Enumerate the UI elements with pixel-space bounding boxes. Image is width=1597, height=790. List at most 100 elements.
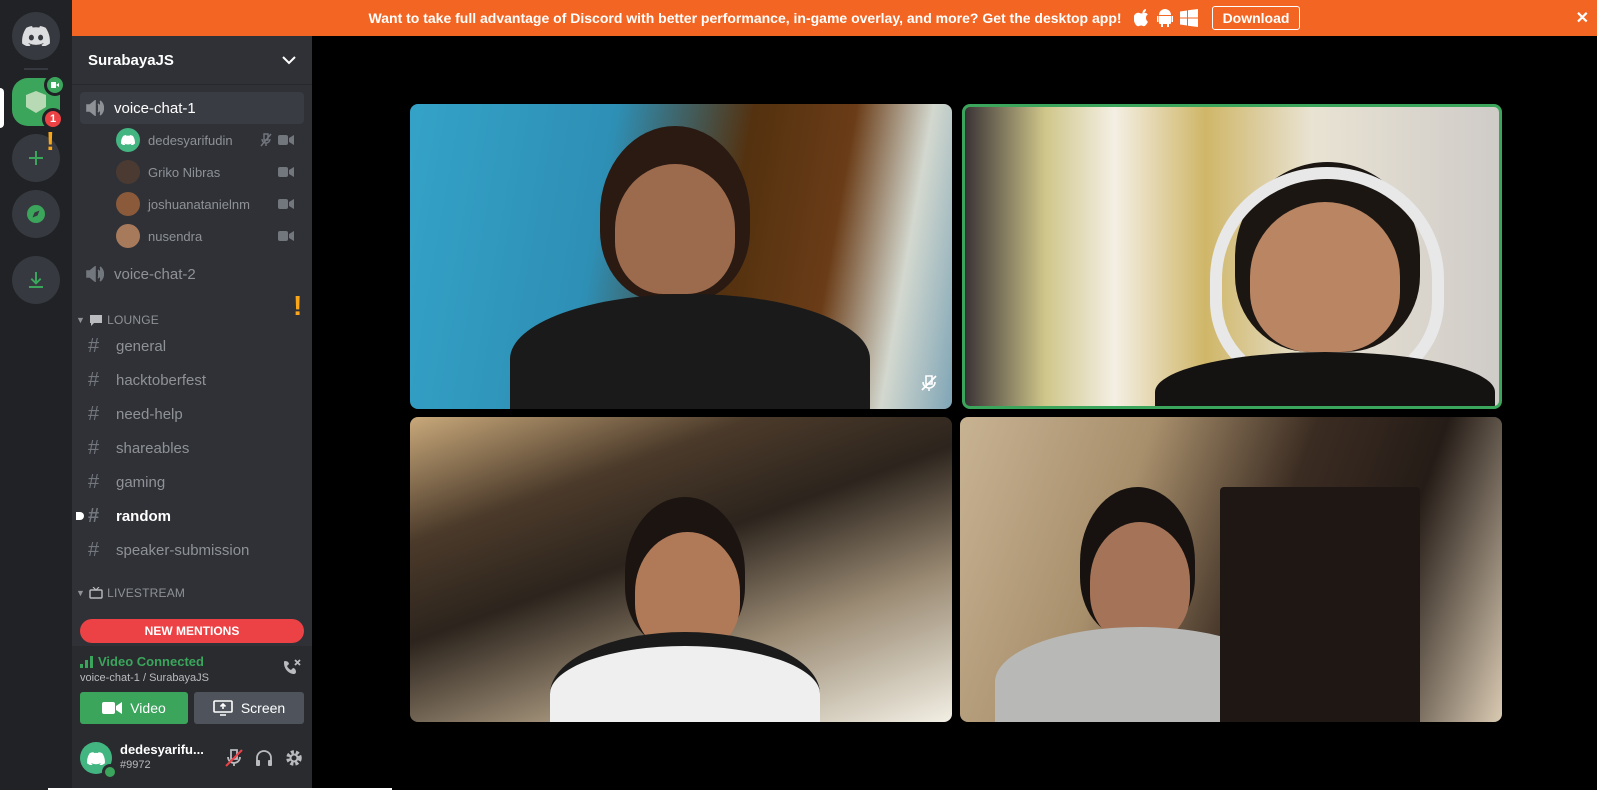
server-name: SurabayaJS [88,51,174,69]
chevron-down-icon [282,55,296,64]
camera-icon [102,702,123,714]
user-controls [224,748,304,768]
close-banner-icon[interactable]: ✕ [1576,8,1589,28]
video-tile[interactable] [410,417,952,722]
member-name: dedesyarifudin [148,132,233,148]
voice-member[interactable]: dedesyarifudin [116,126,304,154]
server-header[interactable]: SurabayaJS [72,36,312,84]
username[interactable]: dedesyarifu... [120,742,204,757]
speaker-icon [86,266,110,282]
connection-location[interactable]: voice-chat-1 / SurabayaJS [80,672,209,684]
explore-icon[interactable] [12,190,60,238]
video-tile[interactable] [410,104,952,409]
member-name: nusendra [148,228,203,244]
channel-speaker-submission[interactable]: # speaker-submission [80,534,304,566]
selected-server-pill [0,88,4,128]
windows-icon [1179,9,1198,27]
platform-icons [1133,9,1198,27]
desktop-app-banner: Want to take full advantage of Discord w… [72,0,1597,36]
user-panel: dedesyarifu... #9972 [72,730,312,790]
server-icon[interactable]: 1 [12,74,66,130]
download-button[interactable]: Download [1211,6,1301,30]
participant-body [550,632,820,722]
online-status-icon [102,764,118,780]
channel-random[interactable]: # random [76,500,304,532]
speaker-icon [86,100,110,116]
download-apps-icon[interactable] [12,256,60,304]
channel-hacktoberfest[interactable]: # hacktoberfest [80,364,304,396]
channel-label: random [116,507,172,525]
voice-channel-label: voice-chat-2 [114,265,196,283]
voice-channel-voice-chat-2[interactable]: voice-chat-2 [80,258,304,290]
channel-label: gaming [116,473,166,491]
avatar [116,192,140,216]
muted-mic-icon[interactable] [224,748,244,768]
disconnect-icon[interactable] [282,658,302,681]
category-label: LIVESTREAM [107,586,186,600]
channel-label: shareables [116,439,190,457]
category-lounge[interactable]: ▼ LOUNGE [76,310,159,330]
video-label: Video [130,700,166,716]
discord-home-icon[interactable] [12,12,60,60]
voice-channel-label: voice-chat-1 [114,99,196,117]
chat-bubble-icon [90,315,103,326]
chevron-down-icon: ▼ [76,588,86,598]
voice-member[interactable]: nusendra [116,222,304,250]
hash-icon: # [88,504,100,527]
video-active-icon [44,74,66,96]
voice-channel-voice-chat-1[interactable]: voice-chat-1 [80,92,304,124]
hash-icon: # [88,334,100,357]
channel-general[interactable]: # general [80,330,304,362]
participant-body [1155,352,1495,406]
avatar [116,160,140,184]
gear-icon[interactable] [284,748,304,768]
avatar [116,128,140,152]
headphones-icon[interactable] [254,748,274,768]
signal-icon [80,655,93,668]
voice-connection-panel: Video Connected voice-chat-1 / SurabayaJ… [72,646,312,731]
hash-icon: # [88,470,100,493]
voice-member[interactable]: Griko Nibras [116,158,304,186]
channel-label: hacktoberfest [116,371,207,389]
member-name: joshuanatanielnm [148,196,250,212]
participant-face [615,164,735,294]
channel-shareables[interactable]: # shareables [80,432,304,464]
android-icon [1156,9,1173,27]
video-button[interactable]: Video [80,692,188,724]
connection-status[interactable]: Video Connected [80,654,204,669]
channel-label: need-help [116,405,183,423]
muted-mic-icon [920,374,938,397]
channel-label: general [116,337,167,355]
hash-icon: # [88,402,100,425]
chevron-down-icon: ▼ [76,315,86,325]
hash-icon: # [88,436,100,459]
new-mentions-button[interactable]: NEW MENTIONS [80,619,304,643]
channel-need-help[interactable]: # need-help [80,398,304,430]
tv-icon [89,587,103,599]
member-name: Griko Nibras [148,164,221,180]
banner-message: Want to take full advantage of Discord w… [368,10,1122,26]
channel-label: speaker-submission [116,541,250,559]
video-tile-speaking[interactable] [962,104,1502,409]
screen-share-icon [213,700,233,716]
unread-indicator [76,512,84,520]
category-livestream[interactable]: ▼ LIVESTREAM [76,583,185,603]
camera-icon [278,231,294,241]
participant-face [1090,522,1190,642]
apple-icon [1133,9,1148,27]
channel-gaming[interactable]: # gaming [80,466,304,498]
user-tag: #9972 [120,759,151,771]
screen-share-button[interactable]: Screen [194,692,304,724]
category-label: LOUNGE [107,313,159,327]
avatar [116,224,140,248]
channel-sidebar: SurabayaJS voice-chat-1 dedesyarifudin G… [72,36,312,790]
muted-mic-icon [260,133,272,147]
video-tile[interactable] [960,417,1502,722]
hash-icon: # [88,538,100,561]
warning-icon: ! [293,290,303,321]
rail-separator [24,68,48,70]
screen-label: Screen [240,700,286,716]
voice-member[interactable]: joshuanatanielnm [116,190,304,218]
warning-icon: ! [46,126,55,156]
camera-icon [278,167,294,177]
